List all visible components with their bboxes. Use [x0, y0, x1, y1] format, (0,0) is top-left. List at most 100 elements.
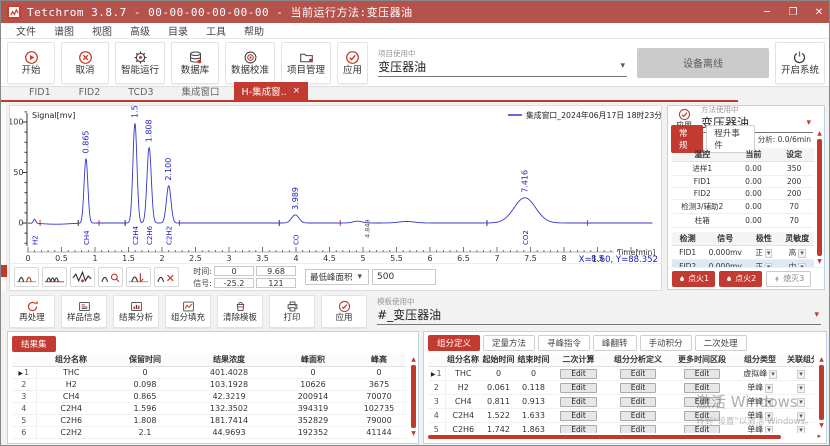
chevron-down-icon[interactable]: ▾: [765, 398, 773, 407]
project-combo[interactable]: 项目使用中 变压器油 ▾: [374, 49, 631, 77]
smart-run-button[interactable]: 智能运行: [115, 42, 165, 84]
scroll-thumb[interactable]: [817, 139, 822, 256]
time-from-input[interactable]: [214, 266, 254, 276]
scroll-down-icon[interactable]: ▼: [818, 422, 825, 429]
more-time-segments-edit-button[interactable]: Edit: [684, 425, 721, 434]
tab-TCD3[interactable]: TCD3: [114, 85, 167, 100]
chevron-down-icon[interactable]: ▾: [797, 384, 805, 393]
table-row[interactable]: FID10.00200: [672, 176, 814, 188]
left-scroll-handle[interactable]: [1, 265, 7, 277]
chevron-down-icon[interactable]: ▾: [798, 249, 806, 258]
sample-info-button[interactable]: 样品信息: [61, 295, 107, 328]
signal-from-input[interactable]: [214, 278, 254, 288]
clear-template-button[interactable]: 清除模板: [217, 295, 263, 328]
peak-valley-tool-button[interactable]: [98, 267, 123, 287]
component-analysis-edit-button[interactable]: Edit: [620, 397, 657, 407]
chevron-down-icon[interactable]: ▾: [797, 412, 805, 421]
table-row[interactable]: 2 H20.0610.118 Edit Edit Edit 单峰▾ ▾: [428, 381, 814, 395]
table-row[interactable]: ▶1 THC0401.402800: [12, 367, 406, 379]
menu-item-工具[interactable]: 工具: [197, 23, 235, 38]
definitions-hscrollbar[interactable]: ▸: [428, 434, 812, 440]
component-analysis-edit-button[interactable]: Edit: [620, 369, 657, 379]
menu-item-高级[interactable]: 高级: [121, 23, 159, 38]
definitions-tab-峰翻转[interactable]: 峰翻转: [593, 335, 637, 351]
results-scrollbar[interactable]: ▲ ▼: [410, 356, 417, 437]
table-row[interactable]: ▶1 THC00 Edit Edit Edit 虚拟峰▾ ▾: [428, 367, 814, 381]
maximize-button[interactable]: ❐: [787, 7, 799, 18]
component-analysis-edit-button[interactable]: Edit: [620, 425, 657, 434]
table-row[interactable]: 进样10.00350: [672, 162, 814, 176]
chevron-down-icon[interactable]: ▾: [804, 118, 813, 128]
definitions-tab-组分定义[interactable]: 组分定义: [428, 335, 480, 351]
template-combo[interactable]: 模板使用中 #_变压器油 ▾: [373, 297, 825, 325]
menu-item-目录[interactable]: 目录: [159, 23, 197, 38]
definitions-table[interactable]: 组分名称起始时间结束时间二次计算组分分析定义更多时间区段组分类型关联组分 ▶1 …: [428, 353, 814, 433]
close-tab-icon[interactable]: ×: [293, 86, 301, 96]
result-analysis-button[interactable]: 结果分析: [113, 295, 159, 328]
secondary-calc-edit-button[interactable]: Edit: [560, 369, 597, 379]
scroll-down-icon[interactable]: ▼: [816, 258, 823, 265]
minimize-button[interactable]: ─: [761, 7, 773, 18]
chevron-down-icon[interactable]: ▾: [797, 426, 805, 434]
more-time-segments-edit-button[interactable]: Edit: [684, 383, 721, 393]
start-button[interactable]: 开始: [7, 42, 55, 84]
signal-to-input[interactable]: [256, 278, 296, 288]
method-panel-scrollbar[interactable]: ▲ ▼: [816, 130, 823, 265]
apply-project-button[interactable]: 应用: [337, 42, 368, 84]
reprocess-button[interactable]: 再处理: [9, 295, 55, 328]
left-scroll-strip[interactable]: [1, 105, 7, 291]
chromatogram-chart[interactable]: 050100Signal[mv]集成窗口_2024年06月17日 18时23分5…: [10, 106, 661, 263]
table-row[interactable]: FID20.00200: [672, 188, 814, 200]
time-to-input[interactable]: [256, 266, 296, 276]
chevron-down-icon[interactable]: ▾: [356, 272, 365, 282]
scroll-thumb[interactable]: [428, 435, 781, 439]
project-manage-button[interactable]: 项目管理: [281, 42, 331, 84]
temperature-table[interactable]: 温控当前设定进样10.00350FID10.00200FID20.00200检测…: [672, 148, 814, 228]
table-row[interactable]: 2 H20.098103.1928106263675: [12, 379, 406, 391]
definitions-tab-寻峰指令[interactable]: 寻峰指令: [538, 335, 590, 351]
table-row[interactable]: 4 C2H41.596132.3502394319102735: [12, 403, 406, 415]
results-table[interactable]: 组分名称保留时间结果浓度峰面积峰高 ▶1 THC0401.402800 2 H2…: [12, 353, 406, 440]
chevron-down-icon[interactable]: ▾: [769, 370, 777, 379]
table-row[interactable]: 7 CO3.989132.78179695310994: [12, 439, 406, 441]
scroll-thumb[interactable]: [819, 365, 824, 420]
chevron-down-icon[interactable]: ▾: [765, 384, 773, 393]
peak-cluster-tool-button[interactable]: [70, 267, 95, 287]
table-row[interactable]: FID10.000mv 正▾ 高▾: [672, 246, 814, 260]
chevron-down-icon[interactable]: ▾: [765, 426, 773, 433]
power-system-button[interactable]: 开启系统: [775, 42, 825, 84]
menu-item-帮助[interactable]: 帮助: [235, 23, 273, 38]
secondary-calc-edit-button[interactable]: Edit: [560, 411, 597, 421]
table-row[interactable]: 柱箱0.0070: [672, 214, 814, 228]
table-row[interactable]: 5 C2H61.7421.863 Edit Edit Edit 单峰▾ ▾: [428, 423, 814, 434]
scroll-right-icon[interactable]: ▸: [817, 432, 821, 440]
results-tab[interactable]: 结果集: [12, 336, 56, 352]
extinguish-button[interactable]: 熄灭3: [766, 271, 811, 287]
peak-manual-tool-button[interactable]: [154, 267, 179, 287]
table-row[interactable]: 3 CH40.86542.321920091470070: [12, 391, 406, 403]
menu-item-视图[interactable]: 视图: [83, 23, 121, 38]
component-fill-button[interactable]: 组分填充: [165, 295, 211, 328]
chevron-down-icon[interactable]: ▾: [765, 249, 773, 258]
scroll-up-icon[interactable]: ▲: [410, 356, 417, 363]
more-time-segments-edit-button[interactable]: Edit: [684, 411, 721, 421]
scroll-up-icon[interactable]: ▲: [816, 130, 823, 137]
tab-active-h-integration[interactable]: H-集成窗..×: [234, 82, 309, 100]
definitions-tab-二次处理[interactable]: 二次处理: [695, 335, 747, 351]
chevron-down-icon[interactable]: ▾: [618, 61, 627, 71]
print-button[interactable]: 打印: [269, 295, 315, 328]
peak-single-tool-button[interactable]: [14, 267, 39, 287]
apply-template-button[interactable]: 应用: [321, 295, 367, 328]
table-row[interactable]: 6 C2H22.144.969319235241144: [12, 427, 406, 439]
table-row[interactable]: 5 C2H61.808181.741435282979000: [12, 415, 406, 427]
component-analysis-edit-button[interactable]: Edit: [620, 383, 657, 393]
chevron-down-icon[interactable]: ▾: [812, 310, 821, 320]
menu-item-文件[interactable]: 文件: [7, 23, 45, 38]
chevron-down-icon[interactable]: ▾: [765, 412, 773, 421]
tab-FID1[interactable]: FID1: [15, 85, 65, 100]
ignite-button-2[interactable]: 点火2: [719, 271, 762, 287]
secondary-calc-edit-button[interactable]: Edit: [560, 383, 597, 393]
menu-item-谱图[interactable]: 谱图: [45, 23, 83, 38]
table-row[interactable]: 3 CH40.8110.913 Edit Edit Edit 单峰▾ ▾: [428, 395, 814, 409]
scroll-down-icon[interactable]: ▼: [410, 430, 417, 437]
